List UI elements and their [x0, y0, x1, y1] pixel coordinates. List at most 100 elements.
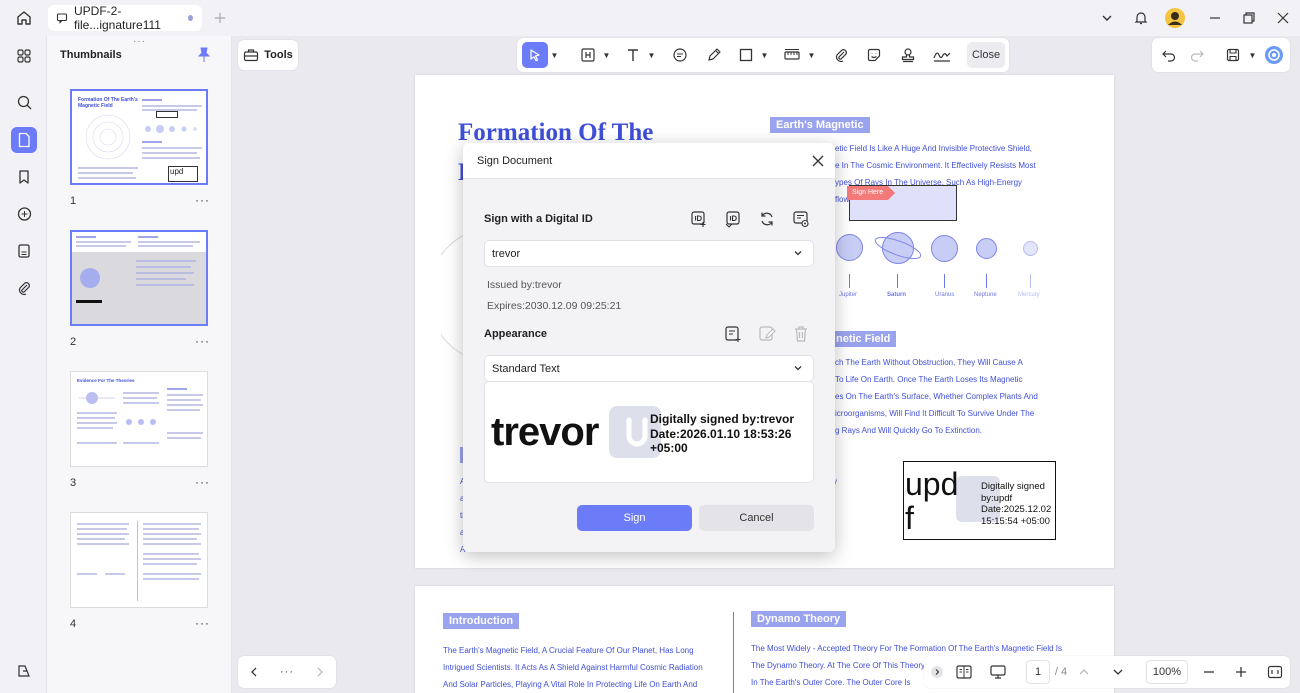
close-window-icon[interactable]: [1270, 6, 1296, 30]
text-box-tool[interactable]: [579, 42, 597, 68]
select-tool-dropdown[interactable]: ▼: [548, 42, 559, 68]
thumbnail-page-number: 3: [70, 477, 77, 489]
title-bar: UPDF-2-file...ignature111: [0, 0, 1300, 36]
paragraph-line: The Dynamo Theory. At The Core Of This T…: [751, 661, 926, 670]
delete-appearance-icon[interactable]: [791, 324, 811, 344]
page-layout-icon[interactable]: [952, 660, 976, 684]
shape-tool[interactable]: [737, 42, 755, 68]
ai-assistant-icon[interactable]: [1263, 42, 1285, 68]
text-icon: [625, 47, 641, 63]
paragraph-line: The Earth's Magnetic Field, A Crucial Fe…: [443, 646, 694, 655]
presentation-icon[interactable]: [986, 660, 1010, 684]
text-box-dropdown[interactable]: ▼: [600, 42, 611, 68]
appearance-select[interactable]: Standard Text: [484, 355, 814, 382]
view-digital-id-icon[interactable]: [791, 209, 811, 229]
undo-icon[interactable]: [1158, 42, 1180, 68]
thumbnails-page-icon[interactable]: [11, 127, 37, 153]
thumbnails-panel: ··· Thumbnails Formation Of The Earth's …: [46, 36, 232, 693]
sign-here-flag[interactable]: Sign Here: [847, 186, 896, 200]
more-pages-button[interactable]: ···: [276, 660, 298, 684]
close-icon[interactable]: [809, 152, 827, 170]
history-toolbar: ▼: [1152, 38, 1290, 72]
cancel-button[interactable]: Cancel: [699, 505, 814, 531]
redo-icon[interactable]: [1186, 42, 1208, 68]
zoom-out-icon[interactable]: [1198, 660, 1220, 684]
minimize-icon[interactable]: [1202, 6, 1228, 30]
expand-status-icon[interactable]: [928, 660, 946, 684]
chevron-down-icon[interactable]: [1094, 6, 1120, 30]
attachment-icon[interactable]: [11, 275, 37, 301]
comment-tool[interactable]: [669, 42, 691, 68]
planet-label: Uranus: [935, 292, 955, 298]
applied-signature-stamp[interactable]: upd f Digitally signed by:updf Date:2025…: [903, 461, 1056, 540]
attach-file-tool[interactable]: [830, 42, 852, 68]
panel-drag-handle[interactable]: ···: [133, 36, 146, 47]
page-up-icon[interactable]: [1074, 660, 1094, 684]
add-digital-id-icon[interactable]: [689, 209, 709, 229]
page-number-input[interactable]: 1: [1026, 660, 1050, 684]
highlight-tool[interactable]: [703, 42, 725, 68]
avatar[interactable]: [1162, 6, 1188, 30]
search-icon[interactable]: [11, 89, 37, 115]
sticker-tool[interactable]: [863, 42, 885, 68]
planet-uranus: [931, 235, 958, 262]
signature-info: Digitally signed by:updf Date:2025.12.02…: [981, 481, 1052, 527]
digital-id-section-title: Sign with a Digital ID: [484, 213, 593, 225]
chevron-down-icon: [792, 247, 804, 259]
digital-id-select[interactable]: trevor: [484, 240, 814, 267]
paragraph-line: icroorganisms, Will Find It Difficult To…: [835, 409, 1035, 418]
pen-icon: [706, 47, 722, 63]
zoom-level[interactable]: 100%: [1146, 660, 1188, 684]
add-appearance-icon[interactable]: [723, 324, 743, 344]
shape-tool-dropdown[interactable]: ▼: [758, 42, 769, 68]
thumbnail-page-4[interactable]: [70, 512, 208, 608]
save-icon[interactable]: [1222, 42, 1244, 68]
thumbnail-more-button[interactable]: ···: [195, 475, 210, 489]
select-tool[interactable]: [522, 42, 548, 68]
stamp-page-icon[interactable]: [11, 238, 37, 264]
measure-tool[interactable]: [782, 42, 802, 68]
zoom-in-icon[interactable]: [1230, 660, 1252, 684]
new-tab-icon[interactable]: [207, 6, 233, 30]
signature-tool[interactable]: [930, 42, 954, 68]
thumbnail-more-button[interactable]: ···: [195, 193, 210, 207]
planet-label: Neptune: [974, 292, 997, 298]
chevron-down-icon: ▼: [647, 50, 656, 60]
thumbnail-page-3[interactable]: Evidence For The Theories: [70, 371, 208, 467]
edit-appearance-icon[interactable]: [757, 324, 777, 344]
fit-page-icon[interactable]: [1264, 660, 1286, 684]
close-tools-button[interactable]: Close: [967, 42, 1005, 68]
stamp-tool[interactable]: [897, 42, 919, 68]
measure-tool-dropdown[interactable]: ▼: [805, 42, 816, 68]
chevron-down-icon: ▼: [807, 50, 816, 60]
text-tool-dropdown[interactable]: ▼: [645, 42, 656, 68]
home-icon[interactable]: [11, 6, 37, 30]
paragraph-line: e In The Cosmic Environment. It Effectiv…: [835, 161, 1036, 170]
apps-grid-icon[interactable]: [11, 43, 37, 69]
page-down-icon[interactable]: [1108, 660, 1128, 684]
notification-bell-icon[interactable]: [1128, 6, 1154, 30]
pin-icon[interactable]: [197, 47, 211, 63]
refresh-icon[interactable]: [757, 209, 777, 229]
paragraph-line: And Solar Particles, Playing A Vital Rol…: [443, 680, 698, 689]
thumbnail-more-button[interactable]: ···: [195, 616, 210, 630]
sign-document-dialog: Sign Document Sign with a Digital ID tre…: [463, 143, 835, 552]
next-page-icon[interactable]: [310, 660, 330, 684]
layers-icon[interactable]: [11, 658, 37, 684]
thumbnail-page-2[interactable]: [70, 230, 208, 326]
text-tool[interactable]: [624, 42, 642, 68]
document-tab[interactable]: UPDF-2-file...ignature111: [48, 4, 202, 32]
thumbnail-more-button[interactable]: ···: [195, 334, 210, 348]
tools-button[interactable]: Tools: [238, 40, 298, 70]
sign-button[interactable]: Sign: [577, 505, 692, 531]
import-digital-id-icon[interactable]: [723, 209, 743, 229]
restore-icon[interactable]: [1236, 6, 1262, 30]
thumbnail-page-title: Formation Of The Earth's Magnetic Field: [78, 97, 138, 109]
text-field-icon: [580, 47, 596, 63]
bookmark-icon[interactable]: [11, 164, 37, 190]
comments-icon[interactable]: [11, 201, 37, 227]
thumbnail-page-1[interactable]: Formation Of The Earth's Magnetic Field …: [70, 89, 208, 185]
page-total: / 4: [1054, 666, 1068, 678]
previous-page-icon[interactable]: [244, 660, 264, 684]
save-dropdown[interactable]: ▼: [1246, 42, 1257, 68]
